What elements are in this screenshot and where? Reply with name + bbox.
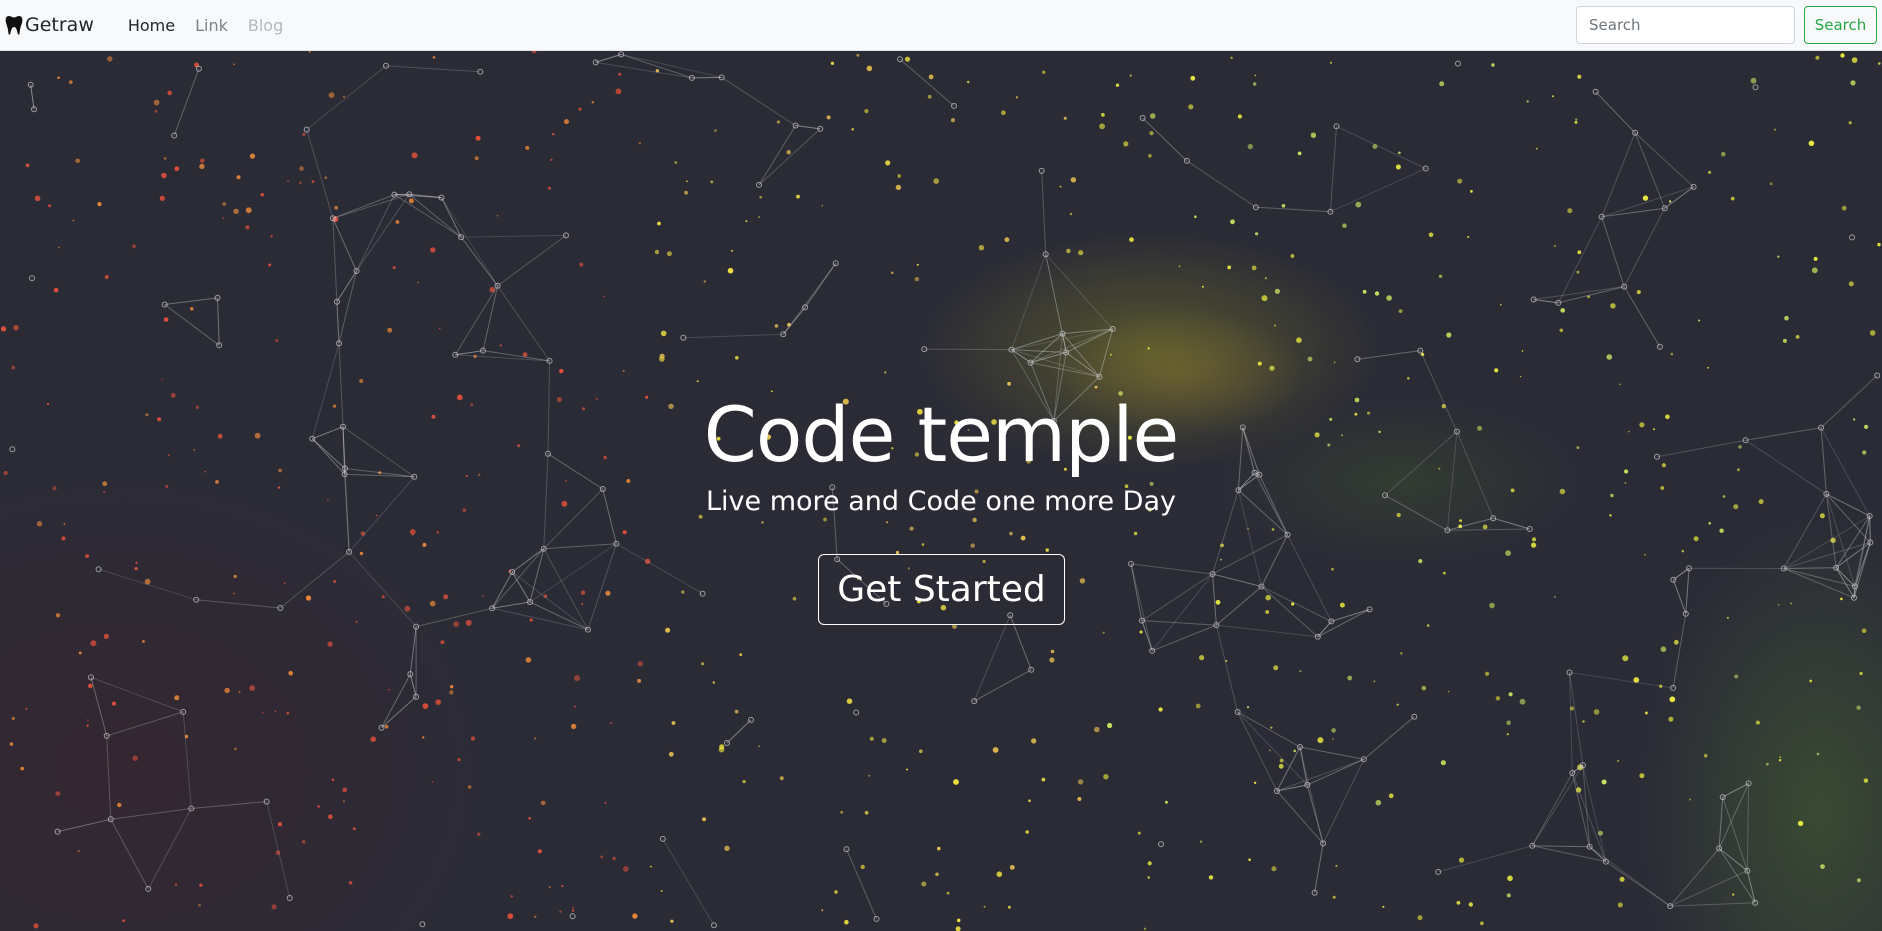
brand-link[interactable]: Getraw <box>5 14 94 36</box>
search-input[interactable] <box>1576 6 1795 44</box>
get-started-button[interactable]: Get Started <box>818 554 1065 625</box>
hero-section: Code temple Live more and Code one more … <box>0 51 1882 931</box>
brand-label: Getraw <box>25 14 94 36</box>
hero-subtitle: Live more and Code one more Day <box>706 486 1176 517</box>
nav-link-link[interactable]: Link <box>185 16 238 35</box>
search-form: Search <box>1576 6 1877 44</box>
nav-link-blog: Blog <box>247 15 284 35</box>
search-button[interactable]: Search <box>1804 6 1877 44</box>
nav-link-home[interactable]: Home <box>118 16 185 35</box>
nav-links: Home Link Blog <box>118 16 293 35</box>
hero-title: Code temple <box>703 390 1179 479</box>
navbar: Getraw Home Link Blog Search <box>0 0 1882 51</box>
hero-content: Code temple Live more and Code one more … <box>0 51 1882 931</box>
tooth-icon <box>5 16 23 35</box>
